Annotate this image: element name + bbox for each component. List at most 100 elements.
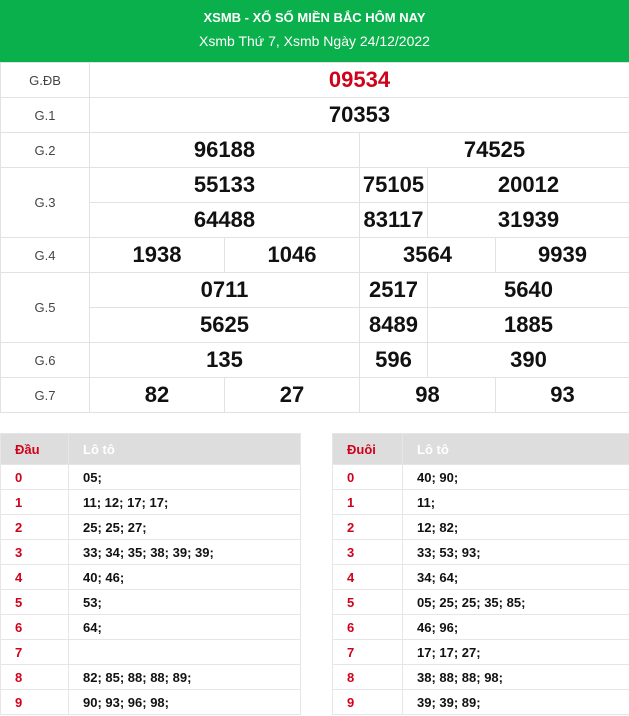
table-row: 7 xyxy=(0,639,301,665)
prize-value: 5640 xyxy=(427,272,629,308)
row-g1: G.1 70353 xyxy=(0,97,629,133)
loto-values: 11; xyxy=(402,489,629,515)
loto-key: 7 xyxy=(0,639,69,665)
loto-header-row: Đuôi Lô tô xyxy=(332,433,629,465)
loto-values: 17; 17; 27; xyxy=(402,639,629,665)
prize-value: 390 xyxy=(427,342,629,378)
loto-values: 11; 12; 17; 17; xyxy=(68,489,301,515)
prize-label: G.3 xyxy=(0,167,90,238)
loto-dau-table: Đầu Lô tô 0 05; 1 11; 12; 17; 17; 2 25; 25;… xyxy=(0,433,301,715)
table-row: 5 53; xyxy=(0,589,301,615)
loto-key: 8 xyxy=(0,664,69,690)
prize-value: 70353 xyxy=(89,97,629,133)
loto-key: 4 xyxy=(0,564,69,590)
row-g3: G.3 55133 75105 20012 xyxy=(0,167,629,238)
loto-key: 4 xyxy=(332,564,403,590)
loto-key: 7 xyxy=(332,639,403,665)
page-title: XSMB - XỔ SỐ MIỀN BẮC HÔM NAY xyxy=(203,10,426,25)
table-row: 7 17; 17; 27; xyxy=(332,639,629,665)
loto-key: 2 xyxy=(0,514,69,540)
table-row: 9 39; 39; 89; xyxy=(332,689,629,715)
loto-header-key: Đầu xyxy=(0,433,69,465)
loto-key: 0 xyxy=(0,464,69,490)
row-g3b: 64488 83117 31939 xyxy=(1,202,629,238)
prize-value: 1046 xyxy=(224,237,360,273)
table-row: 8 38; 88; 88; 98; xyxy=(332,664,629,690)
results-table: G.ĐB 09534 G.1 70353 G.2 96188 74525 G.3… xyxy=(0,62,629,413)
prize-value: 3564 xyxy=(359,237,496,273)
prize-value: 83117 xyxy=(359,202,428,238)
loto-values: 33; 34; 35; 38; 39; 39; xyxy=(68,539,301,565)
row-g5: G.5 0711 2517 5640 xyxy=(0,272,629,343)
prize-label: G.ĐB xyxy=(0,62,90,98)
loto-values: 05; 25; 25; 35; 85; xyxy=(402,589,629,615)
loto-header-value: Lô tô xyxy=(402,433,629,465)
prize-label: G.1 xyxy=(0,97,90,133)
loto-duoi-table: Đuôi Lô tô 0 40; 90; 1 11; 2 12; 82; 3 33; 5… xyxy=(332,433,629,715)
prize-value: 96188 xyxy=(89,132,360,168)
prize-label: G.7 xyxy=(0,377,90,413)
loto-values: 39; 39; 89; xyxy=(402,689,629,715)
loto-values: 46; 96; xyxy=(402,614,629,640)
prize-value: 27 xyxy=(224,377,360,413)
loto-key: 3 xyxy=(0,539,69,565)
loto-values: 33; 53; 93; xyxy=(402,539,629,565)
table-row: 6 46; 96; xyxy=(332,614,629,640)
prize-value: 8489 xyxy=(359,307,428,343)
table-row: 0 40; 90; xyxy=(332,464,629,490)
table-row: 0 05; xyxy=(0,464,301,490)
prize-value: 596 xyxy=(359,342,428,378)
loto-key: 6 xyxy=(0,614,69,640)
loto-values: 12; 82; xyxy=(402,514,629,540)
prize-value: 9939 xyxy=(495,237,629,273)
row-g2: G.2 96188 74525 xyxy=(0,132,629,168)
row-g6: G.6 135 596 390 xyxy=(0,342,629,378)
prize-value: 135 xyxy=(89,342,360,378)
loto-header-key: Đuôi xyxy=(332,433,403,465)
prize-value: 31939 xyxy=(427,202,629,238)
table-row: 2 25; 25; 27; xyxy=(0,514,301,540)
table-row: 2 12; 82; xyxy=(332,514,629,540)
loto-key: 9 xyxy=(332,689,403,715)
loto-key: 5 xyxy=(332,589,403,615)
prize-value: 98 xyxy=(359,377,496,413)
row-g4: G.4 1938 1046 3564 9939 xyxy=(0,237,629,273)
loto-values: 34; 64; xyxy=(402,564,629,590)
prize-value: 0711 xyxy=(89,272,360,308)
prize-label: G.2 xyxy=(0,132,90,168)
loto-header-row: Đầu Lô tô xyxy=(0,433,301,465)
prize-value: 55133 xyxy=(89,167,360,203)
loto-values: 40; 46; xyxy=(68,564,301,590)
table-row: 6 64; xyxy=(0,614,301,640)
loto-key: 2 xyxy=(332,514,403,540)
row-gdb: G.ĐB 09534 xyxy=(0,62,629,98)
page-header: XSMB - XỔ SỐ MIỀN BẮC HÔM NAY Xsmb Thứ 7… xyxy=(0,0,629,62)
loto-key: 1 xyxy=(0,489,69,515)
loto-values: 64; xyxy=(68,614,301,640)
table-row: 9 90; 93; 96; 98; xyxy=(0,689,301,715)
prize-value: 5625 xyxy=(89,307,360,343)
table-row: 8 82; 85; 88; 88; 89; xyxy=(0,664,301,690)
special-prize-value: 09534 xyxy=(89,62,629,98)
loto-header-value: Lô tô xyxy=(68,433,301,465)
loto-values xyxy=(68,639,301,665)
loto-values: 53; xyxy=(68,589,301,615)
page-subtitle: Xsmb Thứ 7, Xsmb Ngày 24/12/2022 xyxy=(199,33,430,49)
loto-values: 90; 93; 96; 98; xyxy=(68,689,301,715)
row-g5b: 5625 8489 1885 xyxy=(1,307,629,343)
loto-key: 9 xyxy=(0,689,69,715)
loto-key: 1 xyxy=(332,489,403,515)
loto-values: 40; 90; xyxy=(402,464,629,490)
table-row: 3 33; 53; 93; xyxy=(332,539,629,565)
prize-value: 93 xyxy=(495,377,629,413)
prize-value: 2517 xyxy=(359,272,428,308)
prize-value: 64488 xyxy=(89,202,360,238)
prize-value: 82 xyxy=(89,377,225,413)
prize-label: G.4 xyxy=(0,237,90,273)
row-g7: G.7 82 27 98 93 xyxy=(0,377,629,413)
loto-values: 05; xyxy=(68,464,301,490)
table-row: 1 11; xyxy=(332,489,629,515)
loto-key: 5 xyxy=(0,589,69,615)
prize-value: 1938 xyxy=(89,237,225,273)
loto-values: 38; 88; 88; 98; xyxy=(402,664,629,690)
